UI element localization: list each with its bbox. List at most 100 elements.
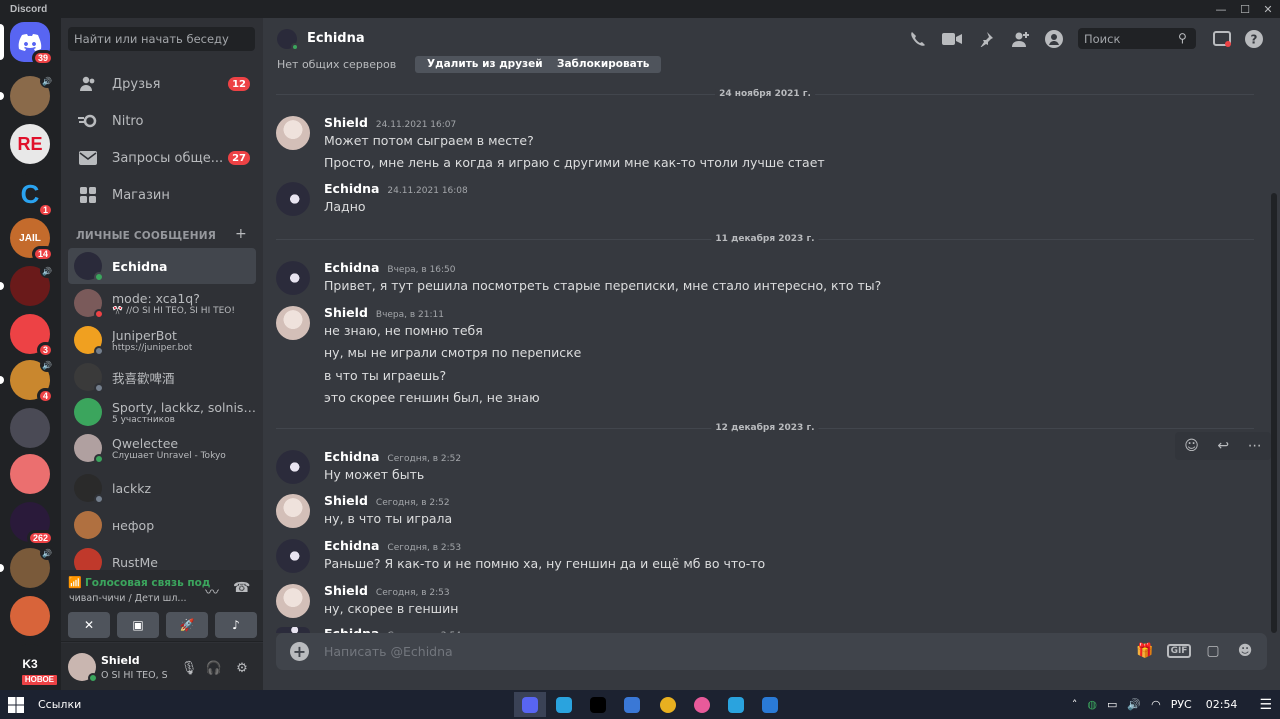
app-tray-icon[interactable]: ◍ [1087, 698, 1097, 711]
server-icon[interactable]: 🔊 [10, 264, 54, 306]
voice-status[interactable]: Голосовая связь под [85, 577, 210, 589]
avatar[interactable] [68, 653, 98, 683]
activity-icon[interactable]: 🚀 [166, 612, 208, 638]
wifi-icon[interactable]: ◠ [1151, 698, 1161, 711]
upload-icon[interactable]: + [290, 642, 309, 661]
notifications-icon[interactable]: ☰ [1259, 697, 1272, 713]
battery-icon[interactable]: ▭ [1107, 698, 1117, 711]
create-dm-button[interactable]: + [235, 226, 247, 242]
headphones-icon[interactable]: 🎧 [205, 659, 223, 677]
user-profile-icon[interactable] [1043, 29, 1065, 49]
server-icon[interactable] [10, 596, 50, 636]
settings-icon[interactable]: ⚙ [233, 659, 251, 677]
add-friend-icon[interactable] [1009, 29, 1031, 49]
dm-item[interactable]: Qwelectee Слушает Unravel - Tokyo [68, 430, 256, 466]
server-icon[interactable]: JAIL 14 [10, 218, 54, 262]
clock[interactable]: 02:54 [1206, 698, 1238, 711]
dm-item[interactable]: Sporty, lackkz, solnish... 5 участников [68, 394, 256, 430]
server-icon[interactable] [10, 408, 50, 448]
discord-app-icon[interactable] [514, 692, 546, 717]
server-icon[interactable]: K3 НОВОЕ [10, 644, 60, 688]
server-icon[interactable]: 🔊 [10, 74, 54, 116]
chat-title[interactable]: Echidna [307, 31, 365, 46]
message-avatar[interactable] [276, 116, 310, 150]
message-avatar[interactable] [276, 494, 310, 528]
mic-icon[interactable]: 🎙 [180, 659, 198, 677]
dm-item[interactable]: mode: xca1q? 🎌 //O SI HI TEO, SI HI TEO! [68, 285, 256, 321]
dm-item[interactable]: Echidna [68, 248, 256, 284]
reply-icon[interactable]: ↩ [1217, 438, 1229, 454]
maximize-button[interactable]: ☐ [1233, 0, 1257, 18]
server-icon[interactable]: 3 [10, 314, 54, 358]
server-icon[interactable]: C1 [10, 174, 54, 218]
server-icon[interactable]: RE [10, 124, 50, 164]
noise-suppression-icon[interactable]: 〰 [205, 582, 219, 602]
message-avatar[interactable] [276, 539, 310, 573]
osu-app-icon[interactable] [686, 692, 718, 717]
message-avatar[interactable] [276, 584, 310, 618]
app-icon[interactable] [754, 692, 786, 717]
disconnect-icon[interactable]: ☎ [233, 580, 250, 596]
minimize-button[interactable]: — [1209, 0, 1233, 18]
nav-shop[interactable]: Магазин [68, 178, 256, 212]
server-icon[interactable]: 262 [10, 502, 54, 546]
message-author[interactable]: Echidna [324, 449, 379, 464]
message-avatar[interactable] [276, 306, 310, 340]
video-call-icon[interactable] [941, 29, 963, 49]
server-icon[interactable]: 🔊 [10, 546, 54, 588]
remove-friend-button[interactable]: Удалить из друзей [415, 56, 555, 73]
nav-friends[interactable]: Друзья 12 [68, 67, 256, 101]
inbox-icon[interactable] [1211, 29, 1233, 49]
message-author[interactable]: Echidna [324, 260, 379, 275]
server-icon[interactable] [10, 454, 50, 494]
telegram-app-icon[interactable] [720, 692, 752, 717]
powershell-app-icon[interactable] [616, 692, 648, 717]
message-author[interactable]: Shield [324, 583, 368, 598]
dm-item[interactable]: нефор [68, 507, 256, 543]
message-author[interactable]: Echidna [324, 626, 379, 633]
help-icon[interactable]: ? [1243, 29, 1265, 49]
dm-item[interactable]: JuniperBot https://juniper.bot [68, 322, 256, 358]
more-icon[interactable]: ⋯ [1248, 438, 1262, 454]
dm-name: lackkz [112, 480, 152, 496]
show-hidden-icon[interactable]: ˄ [1072, 698, 1078, 711]
emoji-icon[interactable]: ☻ [1234, 641, 1256, 661]
tiktok-app-icon[interactable] [582, 692, 614, 717]
dm-item[interactable]: lackkz [68, 470, 256, 506]
add-reaction-icon[interactable]: ☺ [1184, 438, 1199, 454]
video-off-icon[interactable]: ✕ [68, 612, 110, 638]
message-avatar[interactable] [276, 182, 310, 216]
close-button[interactable]: ✕ [1256, 0, 1280, 18]
server-icon[interactable]: 39 [10, 22, 54, 66]
message-author[interactable]: Echidna [324, 538, 379, 553]
gif-icon[interactable]: GIF [1166, 641, 1192, 661]
block-button[interactable]: Заблокировать [545, 56, 662, 73]
volume-icon[interactable]: 🔊 [1127, 698, 1141, 711]
telegram-app-icon[interactable] [548, 692, 580, 717]
nav-nitro[interactable]: Nitro [68, 104, 256, 138]
sticker-icon[interactable]: ▢ [1202, 641, 1224, 661]
links-toolbar[interactable]: Ссылки [38, 698, 81, 711]
windows-start-icon[interactable] [8, 697, 24, 713]
message-avatar[interactable] [276, 450, 310, 484]
message-author[interactable]: Shield [324, 115, 368, 130]
nav-message-requests[interactable]: Запросы обще... 27 [68, 141, 256, 175]
dm-search-input[interactable]: Найти или начать беседу [68, 27, 255, 51]
message-author[interactable]: Echidna [324, 181, 379, 196]
voice-call-icon[interactable] [907, 29, 929, 49]
message-input[interactable]: Написать @Echidna [324, 644, 453, 659]
message-avatar[interactable] [276, 261, 310, 295]
chrome-app-icon[interactable] [652, 692, 684, 717]
scrollbar[interactable] [1271, 193, 1277, 633]
server-icon[interactable]: 🔊 4 [10, 358, 54, 404]
screen-share-icon[interactable]: ▣ [117, 612, 159, 638]
soundboard-icon[interactable]: ♪ [215, 612, 257, 638]
voice-channel[interactable]: чивап-чичи / Дети шл... [69, 593, 199, 604]
pin-icon[interactable] [975, 29, 997, 49]
gift-icon[interactable]: 🎁 [1134, 641, 1156, 661]
dm-item[interactable]: 我喜歡啤酒 [68, 359, 256, 395]
language-indicator[interactable]: РУС [1171, 698, 1192, 711]
message-composer[interactable]: + Написать @Echidna 🎁 GIF ▢ ☻ [276, 633, 1267, 670]
message-author[interactable]: Shield [324, 493, 368, 508]
message-author[interactable]: Shield [324, 305, 368, 320]
